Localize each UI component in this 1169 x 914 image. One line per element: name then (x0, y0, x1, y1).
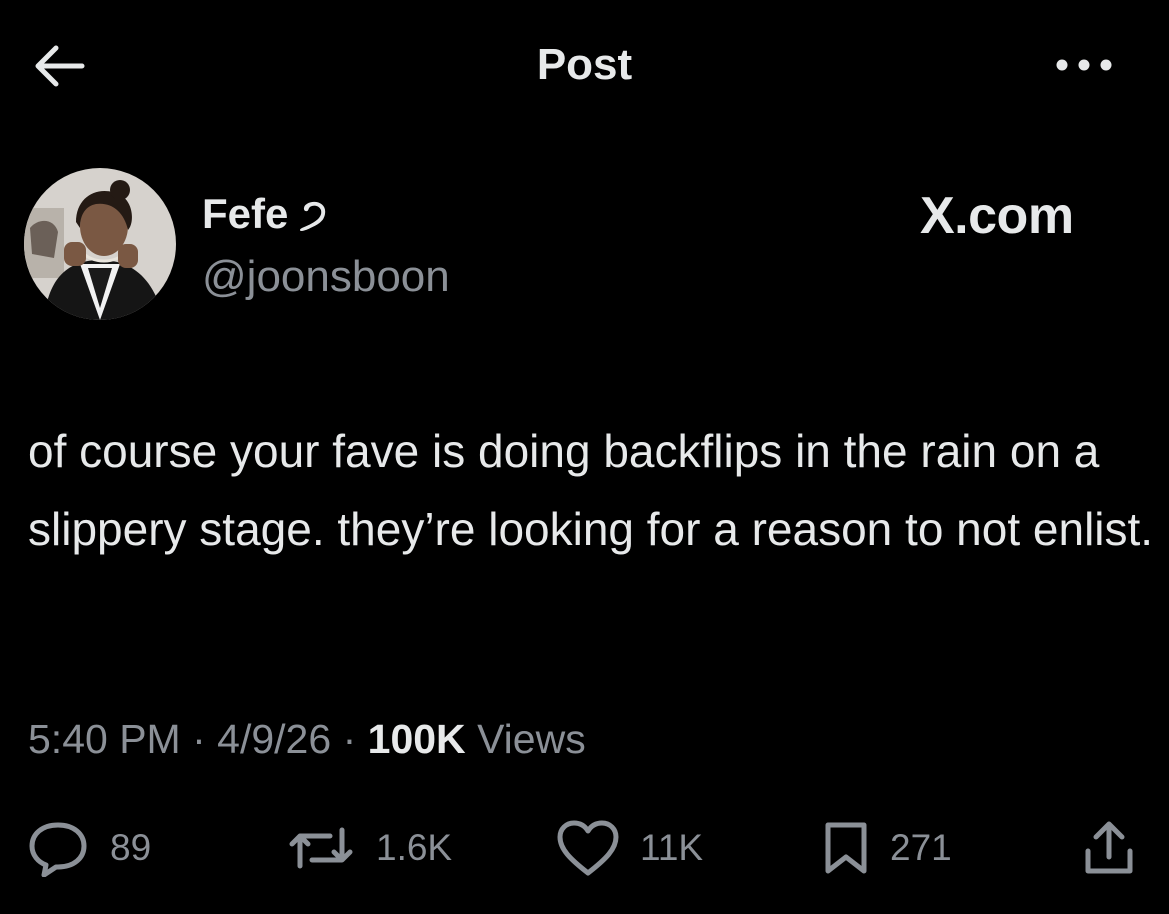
like-button[interactable]: 11K (556, 818, 703, 878)
page-title: Post (536, 40, 633, 89)
reply-icon (29, 822, 87, 877)
repost-button[interactable]: 1.6K (286, 818, 452, 878)
tweet-text: of course your fave is doing backflips i… (28, 425, 1154, 555)
repost-count: 1.6K (376, 827, 453, 868)
bookmark-count: 271 (890, 827, 952, 868)
like-count: 11K (640, 827, 704, 868)
heart-icon (557, 820, 619, 876)
author-handle[interactable]: @joonsboon (202, 252, 450, 302)
more-button[interactable] (1052, 50, 1116, 80)
brand-watermark: X.com (920, 187, 1074, 245)
share-button[interactable] (1080, 818, 1138, 878)
avatar[interactable] (24, 168, 176, 320)
views-label: Views (477, 716, 586, 762)
repost-icon (289, 827, 353, 869)
author-name[interactable]: Fefe ੭ (202, 190, 327, 239)
bookmark-button[interactable]: 271 (822, 818, 952, 878)
share-icon (1085, 821, 1133, 874)
bookmark-icon (825, 822, 867, 874)
tweet-date: 4/9/26 (217, 716, 332, 762)
meta-separator: · (342, 716, 357, 762)
more-icon (1056, 59, 1112, 71)
reply-button[interactable]: 89 (26, 818, 151, 878)
avatar-photo (24, 168, 176, 320)
author-name-glyph: ੭ (300, 190, 328, 237)
reply-count: 89 (110, 827, 152, 868)
tweet-time: 5:40 PM (28, 716, 181, 762)
meta-separator: · (192, 716, 206, 762)
views-count: 100K (367, 716, 466, 762)
author-name-text: Fefe (202, 190, 289, 237)
tweet-meta: 5:40 PM · 4/9/26 · 100K Views (28, 716, 586, 763)
